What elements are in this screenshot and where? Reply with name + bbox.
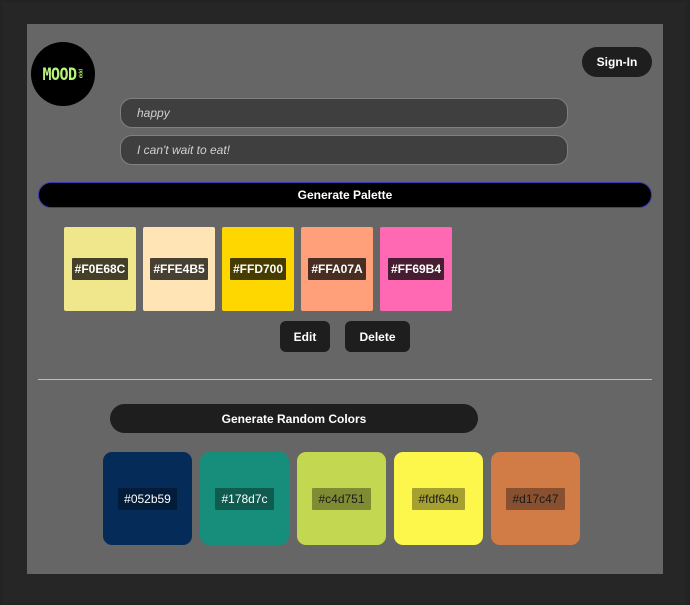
random-color-swatch[interactable]: #c4d751 — [297, 452, 386, 545]
random-hex-label: #d17c47 — [506, 487, 565, 510]
random-color-swatch[interactable]: #d17c47 — [491, 452, 580, 545]
random-color-swatch[interactable]: #178d7c — [200, 452, 289, 545]
swatch-hex-label: #FF69B4 — [387, 258, 445, 280]
edit-button[interactable]: Edit — [280, 321, 330, 352]
palette-swatch[interactable]: #FFD700 — [222, 227, 294, 311]
delete-button[interactable]: Delete — [345, 321, 410, 352]
section-divider — [38, 379, 652, 380]
random-hex-label: #c4d751 — [312, 487, 371, 510]
mood-logo[interactable]: MOOD ppp — [31, 42, 95, 106]
swatch-hex-label: #FFA07A — [308, 258, 366, 280]
main-panel: MOOD ppp Sign-In happy I can't wait to e… — [27, 24, 663, 574]
random-color-swatch[interactable]: #052b59 — [103, 452, 192, 545]
generate-random-colors-button[interactable]: Generate Random Colors — [110, 404, 478, 433]
swatch-hex-label: #FFD700 — [229, 258, 287, 280]
palette-swatch[interactable]: #FF69B4 — [380, 227, 452, 311]
random-color-swatch[interactable]: #fdf64b — [394, 452, 483, 545]
logo-subtext: ppp — [77, 69, 84, 79]
random-hex-label: #fdf64b — [412, 487, 465, 510]
palette-swatch[interactable]: #FFA07A — [301, 227, 373, 311]
random-hex-label: #052b59 — [118, 487, 177, 510]
logo-text: MOOD — [42, 63, 77, 85]
generate-palette-button[interactable]: Generate Palette — [38, 182, 652, 208]
swatch-hex-label: #FFE4B5 — [150, 258, 208, 280]
random-hex-label: #178d7c — [215, 487, 274, 510]
swatch-hex-label: #F0E68C — [71, 258, 129, 280]
palette-swatch[interactable]: #FFE4B5 — [143, 227, 215, 311]
palette-swatch[interactable]: #F0E68C — [64, 227, 136, 311]
sign-in-button[interactable]: Sign-In — [582, 47, 652, 77]
mood-input[interactable]: happy — [120, 98, 568, 128]
app-frame: MOOD ppp Sign-In happy I can't wait to e… — [0, 0, 690, 605]
description-input[interactable]: I can't wait to eat! — [120, 135, 568, 165]
